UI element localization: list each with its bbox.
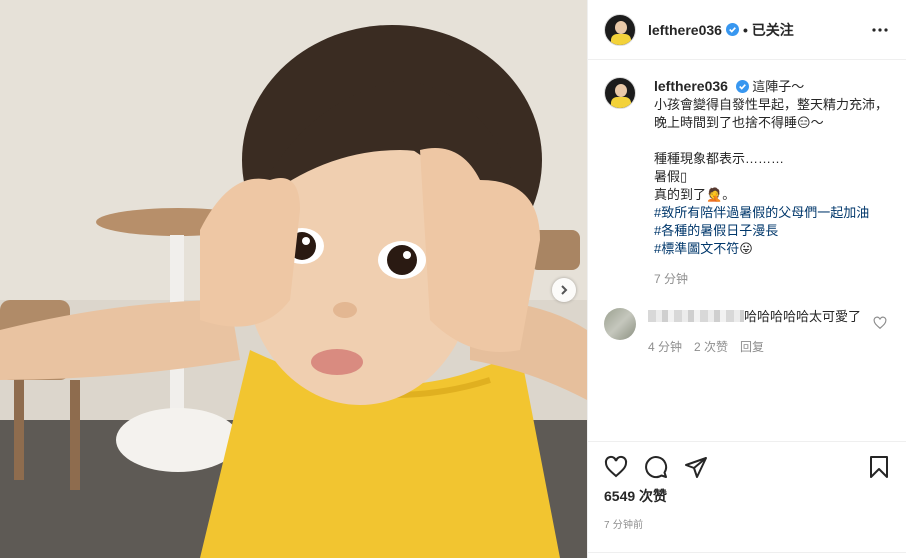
comment-like-count[interactable]: 2 次赞 bbox=[694, 338, 728, 356]
comment-meta: 4 分钟 2 次赞 回复 bbox=[648, 338, 888, 356]
follow-status[interactable]: • 已关注 bbox=[743, 20, 794, 40]
expressionless-emoji: 😑 bbox=[797, 115, 811, 130]
comment-timestamp[interactable]: 4 分钟 bbox=[648, 338, 682, 356]
author-username[interactable]: lefthere036 bbox=[648, 22, 722, 38]
tongue-emoji: 😛 bbox=[739, 241, 753, 256]
facepalm-emoji: 🤦 bbox=[706, 187, 723, 202]
action-bar bbox=[604, 442, 891, 492]
hashtag-link[interactable]: #標準圖文不符 bbox=[654, 241, 739, 256]
commenter-avatar[interactable] bbox=[604, 308, 636, 340]
comment-body: 哈哈哈哈哈太可愛了 4 分钟 2 次赞 回复 bbox=[648, 308, 888, 356]
next-photo-button[interactable] bbox=[552, 278, 576, 302]
comment-like-heart-icon[interactable] bbox=[873, 316, 887, 330]
verified-badge-icon bbox=[725, 23, 739, 36]
comments-section: lefthere036 這陣子～ 小孩會變得自發性早起，整天精力充沛，晚上時間到… bbox=[588, 61, 906, 441]
bookmark-icon[interactable] bbox=[867, 455, 891, 479]
caption-timestamp[interactable]: 7 分钟 bbox=[654, 270, 891, 288]
comment-item: 哈哈哈哈哈太可愛了 4 分钟 2 次赞 回复 bbox=[604, 308, 891, 356]
post-dialog: lefthere036 • 已关注 lefthere036 這陣子～ 小孩會變得… bbox=[0, 0, 906, 558]
post-actions-area: 6549 次赞 7 分钟前 bbox=[588, 441, 906, 558]
caption-line-2: 種種現象都表示……… bbox=[654, 151, 785, 166]
post-header: lefthere036 • 已关注 bbox=[588, 0, 906, 60]
add-comment-divider bbox=[588, 552, 906, 558]
verified-badge-icon bbox=[735, 80, 749, 93]
more-options-button[interactable] bbox=[868, 18, 892, 42]
hashtag-link[interactable]: #各種的暑假日子漫長 bbox=[654, 223, 778, 238]
comment-text: 哈哈哈哈哈太可愛了 bbox=[744, 309, 862, 324]
caption-line-4: 真的到了 bbox=[654, 187, 707, 202]
caption-intro: 這陣子～ bbox=[752, 79, 805, 94]
caption-username[interactable]: lefthere036 bbox=[654, 78, 728, 94]
more-options-icon bbox=[872, 28, 888, 32]
caption-line-1: 小孩會變得自發性早起，整天精力充沛，晚上時間到了也捨不得睡 bbox=[654, 97, 889, 130]
comment-reply-button[interactable]: 回复 bbox=[740, 338, 764, 356]
comment-bubble-icon[interactable] bbox=[644, 455, 668, 479]
author-avatar[interactable] bbox=[604, 13, 636, 46]
caption-author-avatar[interactable] bbox=[604, 77, 636, 109]
caption-line-1-end: ～ bbox=[810, 115, 824, 130]
paper-plane-icon[interactable] bbox=[684, 455, 708, 479]
chevron-right-icon bbox=[561, 285, 568, 295]
commenter-username-blurred[interactable] bbox=[648, 310, 744, 322]
caption-line-3: 暑假▯ bbox=[654, 169, 688, 184]
heart-icon[interactable] bbox=[604, 455, 628, 479]
caption-line-4-end: 。 bbox=[722, 187, 736, 202]
caption-text: lefthere036 這陣子～ 小孩會變得自發性早起，整天精力充沛，晚上時間到… bbox=[654, 77, 891, 288]
post-timestamp[interactable]: 7 分钟前 bbox=[604, 516, 891, 531]
caption: lefthere036 這陣子～ 小孩會變得自發性早起，整天精力充沛，晚上時間到… bbox=[604, 77, 891, 288]
hashtag-link[interactable]: #致所有陪伴過暑假的父母們一起加油 bbox=[654, 205, 869, 220]
post-side-panel: lefthere036 • 已关注 lefthere036 這陣子～ 小孩會變得… bbox=[587, 0, 906, 558]
photo-illustration bbox=[0, 0, 587, 558]
post-photo[interactable] bbox=[0, 0, 587, 558]
